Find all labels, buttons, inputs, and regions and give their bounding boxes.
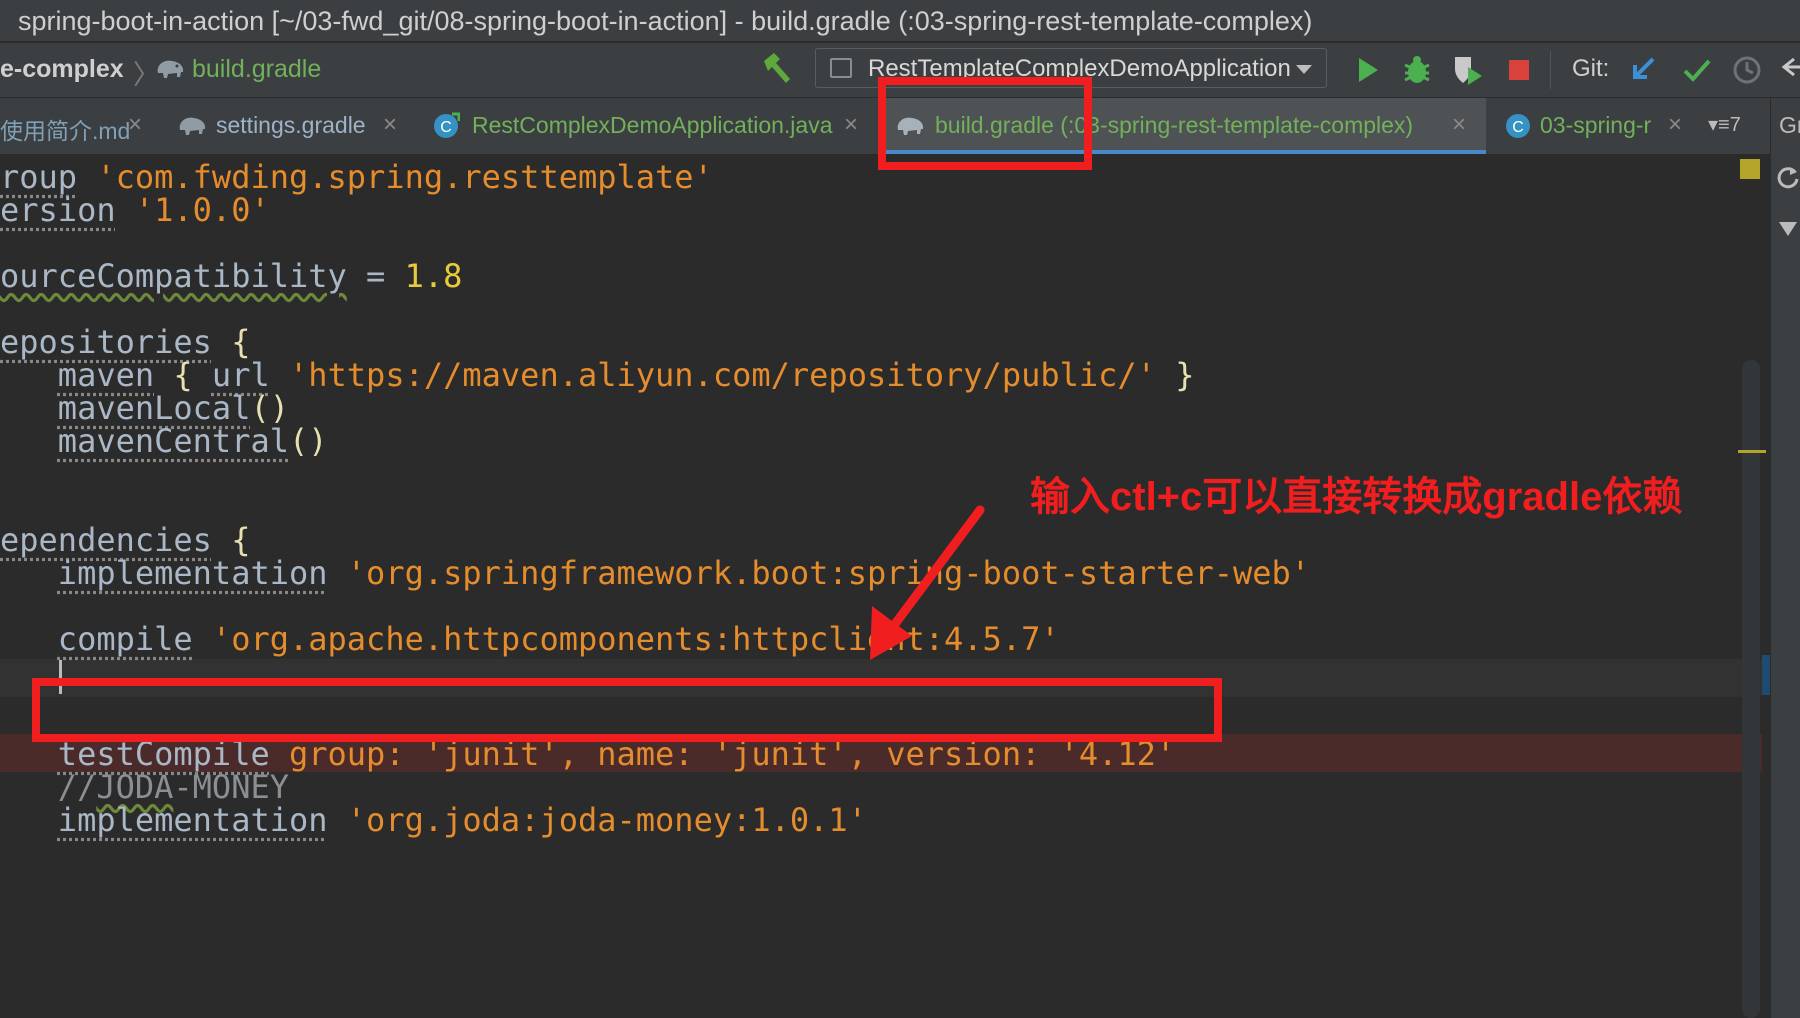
annotation-note: 输入ctl+c可以直接转换成gradle依赖 [1030,464,1682,522]
tab-readme[interactable]: 使用简介.md × [0,98,168,154]
gradle-elephant-icon [176,112,208,143]
hammer-icon[interactable] [758,51,794,92]
code-editor[interactable]: roup 'com.fwding.spring.resttemplate' er… [0,155,1770,1018]
git-update-icon[interactable] [1627,53,1661,87]
tab-settings-gradle[interactable]: settings.gradle × [168,98,418,154]
history-icon[interactable] [1730,53,1764,87]
code-line: implementation 'org.springframework.boot… [0,554,1310,592]
tab-03-spring[interactable]: C 03-spring-r × [1496,98,1696,154]
code-line: compile 'org.apache.httpcomponents:httpc… [0,620,1060,658]
sync-icon[interactable] [1775,164,1800,195]
toolbar-divider [1550,51,1551,89]
warning-indicator[interactable] [1740,159,1760,179]
code-line: ersion '1.0.0' [0,191,270,229]
class-icon: C [1504,112,1532,145]
highlight-box-dependency [32,678,1222,742]
breadcrumb-file[interactable]: build.gradle [192,55,321,84]
run-icon[interactable] [1350,53,1384,87]
right-tool-strip: Gr [1770,98,1800,1018]
coverage-icon[interactable] [1450,53,1484,87]
debug-icon[interactable] [1400,53,1434,87]
expand-triangle-icon[interactable] [1777,220,1799,243]
svg-text:C: C [440,119,452,136]
warning-stripe-marker[interactable] [1738,450,1766,453]
caret-stripe-marker [1762,655,1770,695]
highlight-box-tab [878,77,1092,170]
code-line: mavenCentral() [0,422,328,460]
class-icon: C [432,112,460,145]
tab-label: 使用简介.md [0,112,130,146]
tab-label: RestComplexDemoApplication.java [472,112,833,139]
run-config-icon [830,58,852,78]
code-line: ourceCompatibility = 1.8 [0,257,462,295]
code-line: implementation 'org.joda:joda-money:1.0.… [0,801,867,839]
tab-overflow-menu[interactable]: ▾≡7 [1708,112,1741,137]
stop-icon[interactable] [1502,53,1536,87]
close-icon[interactable]: × [1452,111,1466,139]
close-icon[interactable]: × [844,111,858,139]
close-icon[interactable]: × [383,111,397,139]
tab-label: settings.gradle [216,112,366,139]
git-label: Git: [1572,55,1609,83]
close-icon[interactable]: × [1668,111,1682,139]
gradle-tool-window-label[interactable]: Gr [1779,112,1800,139]
tab-rest-complex-demo-application[interactable]: C RestComplexDemoApplication.java × [428,98,868,154]
revert-icon[interactable] [1780,53,1800,87]
chevron-down-icon [1296,65,1312,74]
close-icon[interactable]: × [128,111,142,139]
svg-text:C: C [1512,119,1524,136]
gradle-elephant-icon [154,55,186,86]
git-commit-icon[interactable] [1680,53,1714,87]
tab-label: 03-spring-r [1540,112,1651,139]
window-title: spring-boot-in-action [~/03-fwd_git/08-s… [0,0,1800,42]
vertical-scrollbar[interactable] [1742,360,1760,1018]
breadcrumb-module[interactable]: e-complex [0,55,124,84]
